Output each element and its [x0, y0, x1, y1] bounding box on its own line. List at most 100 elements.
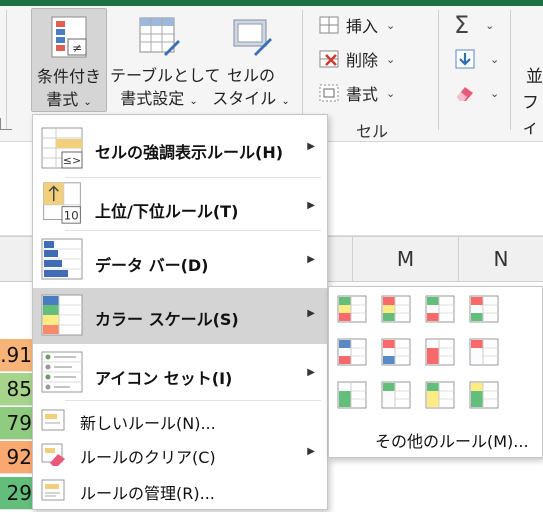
menu-item-highlight-cells-rules[interactable]: ≤> セルの強調表示ルール(H) ▶	[33, 119, 327, 177]
group-separator	[302, 10, 303, 130]
group-separator	[6, 10, 7, 130]
color-scale-option[interactable]	[337, 381, 367, 409]
format-as-table-label-2: 書式設定 ⌄	[120, 89, 198, 108]
color-scale-icon	[425, 338, 455, 366]
top-bottom-rules-icon: 10	[43, 182, 81, 224]
color-scale-option[interactable]	[469, 338, 499, 366]
chevron-down-icon: ⌄	[281, 96, 290, 107]
color-scale-option[interactable]	[425, 381, 455, 409]
sheet-cell[interactable]: .91	[0, 339, 36, 372]
delete-cells-icon	[319, 50, 339, 68]
format-as-table-label-1: テーブルとして	[110, 66, 221, 85]
menu-item-manage-rules[interactable]: ルールの管理(R)...	[33, 473, 327, 507]
color-scale-option[interactable]	[469, 295, 499, 323]
conditional-formatting-menu: ≤> セルの強調表示ルール(H) ▶ 10 上位/下位ルール(T) ▶ データ	[32, 114, 328, 510]
menu-item-color-scales[interactable]: カラー スケール(S) ▶	[33, 288, 327, 344]
ribbon-top-strip	[0, 0, 543, 6]
clear-button[interactable]: ⌄	[454, 80, 499, 106]
chevron-down-icon: ⌄	[485, 18, 495, 32]
submenu-arrow-icon: ▶	[307, 141, 315, 152]
delete-button[interactable]: 削除 ⌄	[318, 46, 395, 72]
menu-item-new-rule[interactable]: 新しいルール(N)...	[33, 403, 327, 437]
color-scales-submenu: その他のルール(M)...	[328, 286, 543, 458]
color-scale-icon	[469, 295, 499, 323]
dialog-launcher-icon[interactable]	[0, 118, 12, 130]
icon-sets-icon	[41, 351, 83, 393]
menu-item-label: アイコン セット(I)	[95, 369, 233, 388]
manage-rules-icon	[41, 479, 65, 501]
color-scale-icon	[337, 381, 367, 409]
color-scale-option[interactable]	[381, 338, 411, 366]
conditional-formatting-label-1: 条件付き	[36, 67, 101, 86]
menu-item-label: データ バー(D)	[95, 256, 209, 275]
chevron-down-icon: ⌄	[386, 86, 396, 100]
sheet-cell[interactable]: 92	[0, 441, 36, 474]
color-scale-option[interactable]	[381, 295, 411, 323]
cells-group-label: セル	[356, 122, 389, 141]
color-scale-icon	[337, 295, 367, 323]
conditional-formatting-icon: ≠	[51, 16, 87, 58]
color-scale-icon	[381, 338, 411, 366]
menu-item-label: セルの強調表示ルール(H)	[95, 143, 284, 162]
menu-item-icon-sets[interactable]: アイコン セット(I) ▶	[33, 346, 327, 404]
color-scale-icon	[425, 381, 455, 409]
sort-filter-label-partial-2[interactable]: フィ	[522, 88, 543, 138]
menu-item-top-bottom-rules[interactable]: 10 上位/下位ルール(T) ▶	[33, 178, 327, 236]
insert-button[interactable]: 挿入 ⌄	[318, 12, 395, 38]
cell-styles-icon	[233, 19, 272, 56]
sheet-cell[interactable]: 79	[0, 407, 36, 440]
submenu-arrow-icon: ▶	[307, 367, 315, 378]
clear-rules-icon	[41, 443, 65, 466]
color-scale-icon	[469, 381, 499, 409]
delete-label: 削除	[346, 51, 379, 70]
color-scale-option[interactable]	[381, 381, 411, 409]
menu-item-label: ルールのクリア(C)	[80, 448, 216, 467]
cell-styles-button[interactable]: セルの スタイル ⌄	[212, 8, 290, 112]
menu-item-label: 上位/下位ルール(T)	[95, 202, 239, 221]
color-scale-icon	[381, 295, 411, 323]
conditional-formatting-button[interactable]: ≠ 条件付き 書式 ⌄	[31, 8, 107, 112]
eraser-icon	[457, 87, 473, 101]
sheet-cell[interactable]: 29	[0, 477, 36, 510]
sigma-icon: Σ	[454, 11, 470, 39]
color-scale-icon	[381, 381, 411, 409]
group-separator	[510, 10, 511, 130]
autosum-button[interactable]: Σ ⌄	[454, 11, 495, 39]
color-scale-option[interactable]	[337, 295, 367, 323]
insert-label: 挿入	[346, 17, 379, 36]
submenu-arrow-icon: ▶	[307, 446, 315, 457]
sheet-cell[interactable]: 85	[0, 373, 36, 406]
menu-item-data-bars[interactable]: データ バー(D) ▶	[33, 234, 327, 292]
chevron-down-icon: ⌄	[490, 86, 500, 100]
format-label: 書式	[346, 85, 379, 104]
conditional-formatting-label-2: 書式 ⌄	[46, 90, 92, 109]
chevron-down-icon: ⌄	[189, 96, 198, 107]
highlight-rules-icon: ≤>	[41, 127, 83, 169]
svg-text:≠: ≠	[72, 41, 82, 55]
format-button[interactable]: 書式 ⌄	[318, 80, 395, 106]
chevron-down-icon: ⌄	[386, 18, 396, 32]
color-scale-option[interactable]	[337, 338, 367, 366]
format-as-table-button[interactable]: テーブルとして 書式設定 ⌄	[110, 8, 221, 112]
submenu-arrow-icon: ▶	[307, 254, 315, 265]
top-bottom-number: 10	[64, 209, 79, 223]
menu-item-label: カラー スケール(S)	[95, 310, 239, 329]
more-rules-item[interactable]: その他のルール(M)...	[375, 428, 529, 452]
group-separator	[438, 10, 439, 130]
color-scale-option[interactable]	[469, 381, 499, 409]
fill-button[interactable]: ⌄	[454, 46, 499, 72]
menu-item-label: 新しいルール(N)...	[80, 414, 216, 433]
color-scales-icon	[41, 294, 83, 336]
svg-text:≤>: ≤>	[63, 154, 81, 167]
sort-filter-label-partial[interactable]: 並	[526, 62, 543, 87]
data-bars-icon	[41, 238, 83, 280]
menu-separator	[65, 230, 321, 231]
color-scale-icon	[469, 338, 499, 366]
color-scale-option[interactable]	[425, 338, 455, 366]
format-cells-icon	[319, 84, 339, 102]
column-header-n[interactable]: N	[458, 237, 543, 281]
color-scale-option[interactable]	[425, 295, 455, 323]
column-header-m[interactable]: M	[352, 237, 458, 281]
menu-item-clear-rules[interactable]: ルールのクリア(C) ▶	[33, 437, 327, 471]
chevron-down-icon: ⌄	[490, 52, 500, 66]
